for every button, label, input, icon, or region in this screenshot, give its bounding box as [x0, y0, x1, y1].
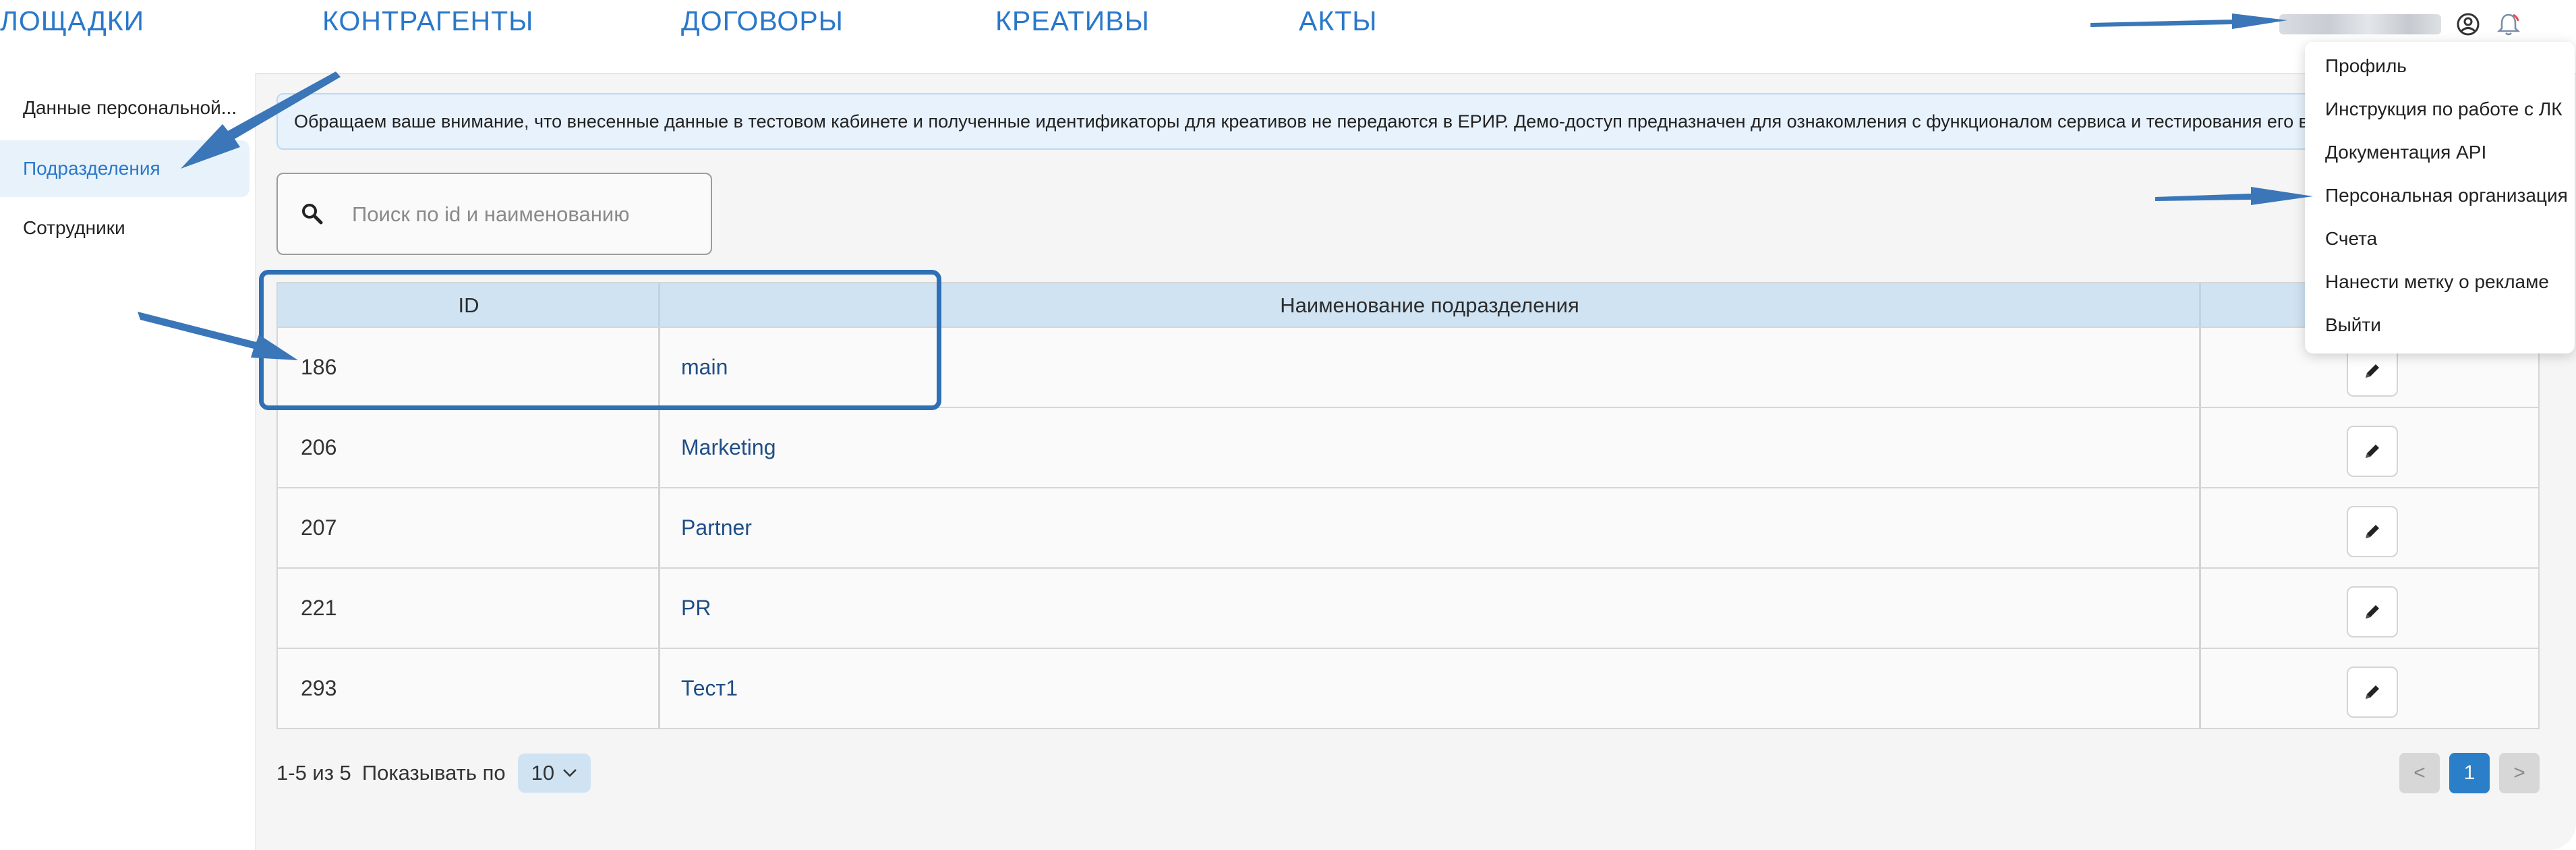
table-row[interactable]: 207 Partner — [276, 488, 2540, 569]
user-dropdown-menu: Профиль Инструкция по работе с ЛК Докуме… — [2305, 42, 2575, 353]
column-header-name[interactable]: Наименование подразделения — [660, 283, 2200, 328]
sidebar-item-personal-data[interactable]: Данные персональной... — [0, 80, 250, 136]
pencil-icon — [2366, 525, 2379, 538]
search-icon — [301, 202, 324, 229]
search-input[interactable] — [351, 193, 691, 236]
column-divider — [2199, 408, 2201, 487]
chevron-down-icon — [563, 769, 577, 777]
nav-item-kontragenty[interactable]: КОНТРАГЕНТЫ — [322, 5, 533, 37]
menu-item-instructions[interactable]: Инструкция по работе с ЛК — [2325, 89, 2563, 130]
menu-item-ad-label[interactable]: Нанести метку о рекламе — [2325, 262, 2549, 302]
table-row[interactable]: 186 main — [276, 328, 2540, 408]
cell-name-link[interactable]: main — [681, 328, 728, 407]
user-name-redacted[interactable] — [2279, 14, 2441, 34]
bell-icon[interactable] — [2495, 11, 2522, 38]
prev-page-button[interactable]: < — [2399, 753, 2440, 793]
top-nav: ЛОЩАДКИ КОНТРАГЕНТЫ ДОГОВОРЫ КРЕАТИВЫ АК… — [0, 0, 2576, 74]
column-divider — [2199, 488, 2201, 567]
column-divider — [2199, 283, 2201, 327]
sidebar-item-departments[interactable]: Подразделения — [0, 140, 250, 197]
column-divider — [658, 328, 660, 407]
pencil-icon — [2366, 364, 2379, 378]
menu-item-personal-org[interactable]: Персональная организация — [2325, 175, 2568, 216]
column-divider — [658, 408, 660, 487]
column-divider — [658, 283, 660, 327]
table-row[interactable]: 221 PR — [276, 569, 2540, 649]
cell-name-link[interactable]: Тест1 — [681, 649, 738, 728]
user-block[interactable] — [2279, 7, 2522, 42]
edit-button[interactable] — [2347, 667, 2398, 718]
cell-id: 206 — [301, 435, 337, 459]
nav-item-ploshchadki[interactable]: ЛОЩАДКИ — [0, 5, 144, 37]
per-page-select[interactable]: 10 — [517, 754, 591, 793]
cell-id: 207 — [301, 515, 337, 540]
edit-button[interactable] — [2347, 506, 2398, 557]
cell-id: 221 — [301, 596, 337, 620]
nav-item-akty[interactable]: АКТЫ — [1299, 5, 1378, 37]
sidebar: Данные персональной... Подразделения Сот… — [0, 73, 256, 850]
cell-name-link[interactable]: Marketing — [681, 408, 776, 487]
menu-item-profile[interactable]: Профиль — [2325, 46, 2407, 86]
cell-name-link[interactable]: Partner — [681, 488, 752, 567]
column-divider — [2199, 649, 2201, 728]
pencil-icon — [2366, 445, 2379, 458]
nav-item-dogovory[interactable]: ДОГОВОРЫ — [681, 5, 844, 37]
column-divider — [658, 649, 660, 728]
menu-item-api-docs[interactable]: Документация API — [2325, 132, 2486, 173]
column-divider — [658, 488, 660, 567]
column-divider — [2199, 328, 2201, 407]
column-divider — [658, 569, 660, 648]
per-page-label: Показывать по — [361, 761, 506, 785]
sidebar-item-employees[interactable]: Сотрудники — [0, 200, 250, 256]
departments-table: ID Наименование подразделения 186 main 2… — [276, 282, 2540, 729]
page-1-button[interactable]: 1 — [2449, 753, 2490, 793]
user-circle-icon[interactable] — [2455, 11, 2482, 38]
pencil-icon — [2366, 685, 2379, 699]
column-header-id[interactable]: ID — [278, 283, 660, 328]
demo-notice: Обращаем ваше внимание, что внесенные да… — [276, 93, 2569, 150]
next-page-button[interactable]: > — [2499, 753, 2540, 793]
table-row[interactable]: 293 Тест1 — [276, 649, 2540, 729]
main-content: Обращаем ваше внимание, что внесенные да… — [255, 73, 2576, 850]
table-row[interactable]: 206 Marketing — [276, 408, 2540, 488]
menu-item-logout[interactable]: Выйти — [2325, 305, 2381, 345]
range-label: 1-5 из 5 — [276, 761, 351, 785]
edit-button[interactable] — [2347, 426, 2398, 477]
cell-id: 186 — [301, 355, 337, 379]
edit-button[interactable] — [2347, 586, 2398, 638]
table-footer: 1-5 из 5 Показывать по 10 — [276, 753, 591, 793]
nav-item-kreativy[interactable]: КРЕАТИВЫ — [995, 5, 1150, 37]
menu-item-invoices[interactable]: Счета — [2325, 219, 2377, 259]
cell-name-link[interactable]: PR — [681, 569, 711, 648]
pagination: < 1 > — [2399, 753, 2540, 793]
cell-id: 293 — [301, 676, 337, 700]
pencil-icon — [2366, 605, 2379, 619]
per-page-value: 10 — [531, 761, 555, 785]
table-header: ID Наименование подразделения — [276, 282, 2540, 328]
search-box[interactable] — [276, 173, 712, 255]
column-divider — [2199, 569, 2201, 648]
page: ЛОЩАДКИ КОНТРАГЕНТЫ ДОГОВОРЫ КРЕАТИВЫ АК… — [0, 0, 2576, 850]
